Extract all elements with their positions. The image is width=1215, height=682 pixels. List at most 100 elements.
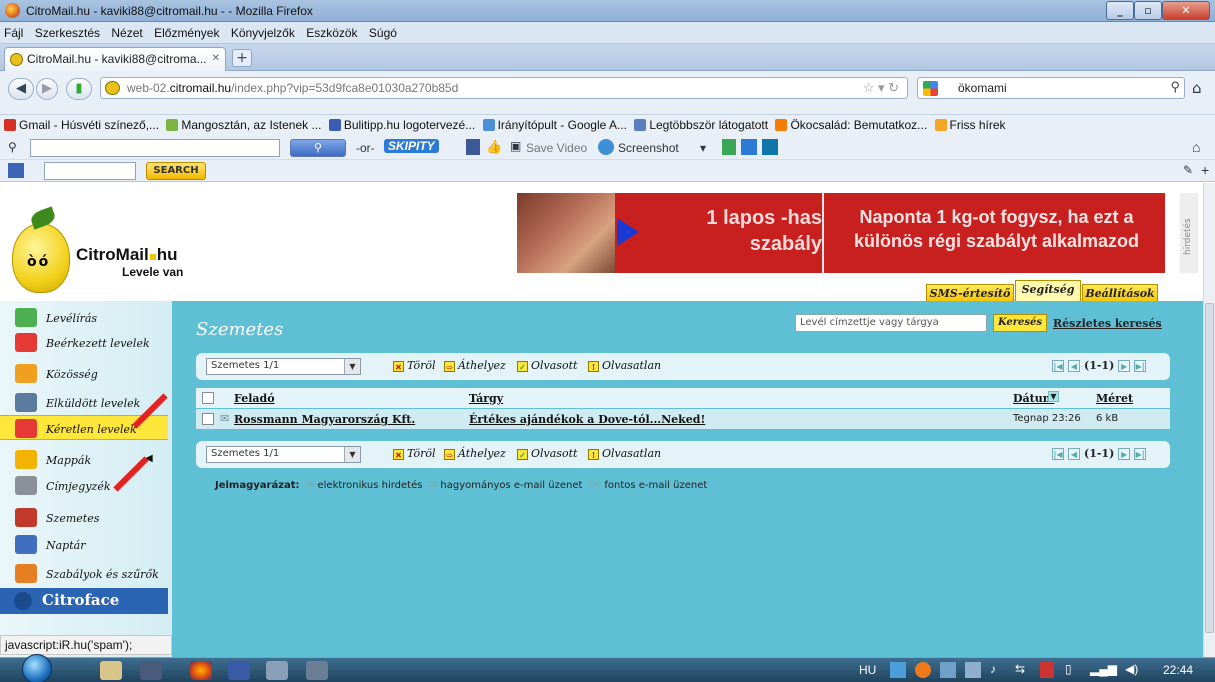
add-icon[interactable]: +: [1201, 162, 1209, 178]
paint-icon[interactable]: [266, 661, 288, 680]
mark-unread-button[interactable]: ! Olvasatlan: [588, 359, 661, 372]
delete-button[interactable]: ✕ Töröl: [393, 359, 436, 372]
sidebar-item-sent[interactable]: Elküldött levelek: [0, 390, 168, 415]
bookmark-mangosztan[interactable]: Mangosztán, az Istenek ...: [166, 118, 321, 132]
screenshot-dropdown-icon[interactable]: ▾: [700, 141, 706, 155]
sidebar-item-trash[interactable]: Szemetes: [0, 505, 168, 530]
back-button[interactable]: ◀: [8, 78, 34, 100]
bookmark-star-icon[interactable]: ☆ ▾ ↻: [863, 80, 899, 96]
toolbar-search-input[interactable]: [30, 139, 280, 157]
move-button[interactable]: ⇨ Áthelyez: [444, 447, 506, 460]
new-tab-button[interactable]: +: [232, 49, 252, 67]
menu-view[interactable]: Nézet: [107, 22, 146, 40]
scrollbar-thumb[interactable]: [1205, 303, 1214, 633]
bookmark-bulitipp[interactable]: Bulitipp.hu logotervezé...: [328, 118, 475, 132]
chevron-down-icon[interactable]: ▼: [344, 359, 360, 374]
menu-help[interactable]: Súgó: [365, 22, 401, 40]
video-icon[interactable]: ▣: [510, 139, 521, 153]
windows-start-icon[interactable]: [22, 654, 52, 682]
col-sender[interactable]: Feladó: [234, 392, 275, 405]
page-scrollbar[interactable]: [1203, 183, 1215, 657]
col-size[interactable]: Méret: [1096, 392, 1133, 405]
wrench-icon[interactable]: ✎: [1183, 163, 1193, 177]
menu-edit[interactable]: Szerkesztés: [31, 22, 104, 40]
toolbar-search-button[interactable]: ⚲: [290, 139, 346, 157]
ad-banner[interactable]: 1 lapos -has szabály Naponta 1 kg-ot fog…: [517, 193, 1165, 273]
row-subject[interactable]: Értékes ajándékok a Dove-tól...Neked!: [469, 413, 705, 426]
close-tab-icon[interactable]: ✕: [212, 53, 220, 64]
menu-file[interactable]: Fájl: [0, 22, 27, 40]
chevron-down-icon[interactable]: ▼: [344, 447, 360, 462]
tray-icon[interactable]: [940, 662, 956, 678]
move-button[interactable]: ⇨ Áthelyez: [444, 359, 506, 372]
menu-bookmarks[interactable]: Könyvjelzők: [227, 22, 299, 40]
sidebar-item-inbox[interactable]: Beérkezett levelek: [0, 330, 168, 355]
sidebar-item-contacts[interactable]: Címjegyzék: [0, 473, 168, 498]
bookmark-news[interactable]: Friss hírek: [934, 118, 1006, 132]
citromail-logo[interactable]: òó CitroMail hu Levele van: [12, 206, 212, 303]
language-indicator[interactable]: HU: [859, 663, 876, 677]
volume-icon[interactable]: ♪: [990, 662, 996, 676]
firefox-taskbar-icon[interactable]: [190, 661, 212, 680]
save-video-button[interactable]: Save Video: [526, 141, 587, 155]
like-icon[interactable]: 👍: [486, 139, 502, 155]
clock[interactable]: 22:44: [1163, 663, 1193, 677]
delete-button[interactable]: ✕ Töröl: [393, 447, 436, 460]
bookmark-gmail[interactable]: Gmail - Húsvéti színező,...: [4, 118, 159, 132]
site-identity-icon[interactable]: [105, 81, 120, 95]
prev-page-icon[interactable]: ◀: [1068, 448, 1080, 460]
search-icon[interactable]: ⚲: [1170, 79, 1180, 95]
tab-citromail[interactable]: CitroMail.hu - kaviki88@citroma... ✕: [4, 47, 226, 71]
home-small-icon[interactable]: ⌂: [1192, 139, 1200, 155]
sidebar-item-citroface[interactable]: Citroface: [0, 588, 168, 614]
sidebar-item-compose[interactable]: Levélírás: [0, 305, 168, 330]
maximize-button[interactable]: ▫: [1134, 1, 1162, 20]
folder-select[interactable]: Szemetes 1/1 ▼: [206, 446, 361, 463]
google-engine-icon[interactable]: [923, 81, 938, 96]
tray-icon[interactable]: [890, 662, 906, 678]
folder-select[interactable]: Szemetes 1/1 ▼: [206, 358, 361, 375]
row-checkbox[interactable]: [202, 413, 214, 425]
skipity-button[interactable]: SKIPITY: [384, 139, 439, 153]
next-page-icon[interactable]: ▶: [1118, 448, 1131, 460]
select-all-checkbox[interactable]: [202, 392, 214, 404]
mark-read-button[interactable]: ✓ Olvasott: [517, 447, 577, 460]
signal-icon[interactable]: ▂▄▆: [1090, 662, 1117, 676]
prev-page-icon[interactable]: ◀: [1068, 360, 1080, 372]
advanced-search-link[interactable]: Részletes keresés: [1053, 317, 1162, 330]
facebook-icon[interactable]: [466, 139, 480, 155]
save-icon[interactable]: [228, 661, 250, 680]
last-page-icon[interactable]: ▶|: [1134, 360, 1147, 372]
close-button[interactable]: ✕: [1162, 1, 1210, 20]
flag-icon[interactable]: [1040, 662, 1054, 678]
col-subject[interactable]: Tárgy: [469, 392, 503, 405]
sidebar-item-calendar[interactable]: Naptár: [0, 532, 168, 557]
media-icon[interactable]: [140, 661, 162, 680]
screenshot-button[interactable]: Screenshot: [618, 141, 679, 155]
table-row[interactable]: ✉ Rossmann Magyarország Kft. Értékes ajá…: [196, 409, 1170, 429]
mark-read-button[interactable]: ✓ Olvasott: [517, 359, 577, 372]
last-page-icon[interactable]: ▶|: [1134, 448, 1147, 460]
speaker-icon[interactable]: ◀): [1125, 662, 1138, 676]
menu-tools[interactable]: Eszközök: [302, 22, 361, 40]
sort-desc-icon[interactable]: ▼: [1048, 391, 1059, 402]
search-field[interactable]: ökomami ⚲: [917, 77, 1185, 99]
url-bar[interactable]: web-02.citromail.hu/index.php?vip=53d9fc…: [100, 77, 908, 99]
tab-help[interactable]: Segítség: [1015, 280, 1081, 303]
toolbar2-search-button[interactable]: SEARCH: [146, 162, 206, 180]
b-icon[interactable]: [741, 139, 757, 155]
bookmark-okocsalad[interactable]: Ökocsalád: Bemutatkoz...: [775, 118, 927, 132]
sidebar-item-rules[interactable]: Szabályok és szűrők: [0, 561, 168, 586]
toolbar2-search-input[interactable]: [44, 162, 136, 180]
first-page-icon[interactable]: |◀: [1052, 448, 1064, 460]
bookmark-analytics[interactable]: Irányítópult - Google A...: [482, 118, 627, 132]
tray-icon[interactable]: [915, 662, 931, 678]
bookmark-most-visited[interactable]: Legtöbbször látogatott: [634, 118, 768, 132]
home-icon[interactable]: ⌂: [1192, 79, 1202, 97]
sidebar-item-community[interactable]: Közösség: [0, 361, 168, 386]
first-page-icon[interactable]: |◀: [1052, 360, 1064, 372]
tool-icon[interactable]: [306, 661, 328, 680]
row-sender[interactable]: Rossmann Magyarország Kft.: [234, 413, 415, 426]
network-icon[interactable]: ⇆: [1015, 662, 1025, 676]
linkedin-icon[interactable]: [762, 139, 778, 155]
